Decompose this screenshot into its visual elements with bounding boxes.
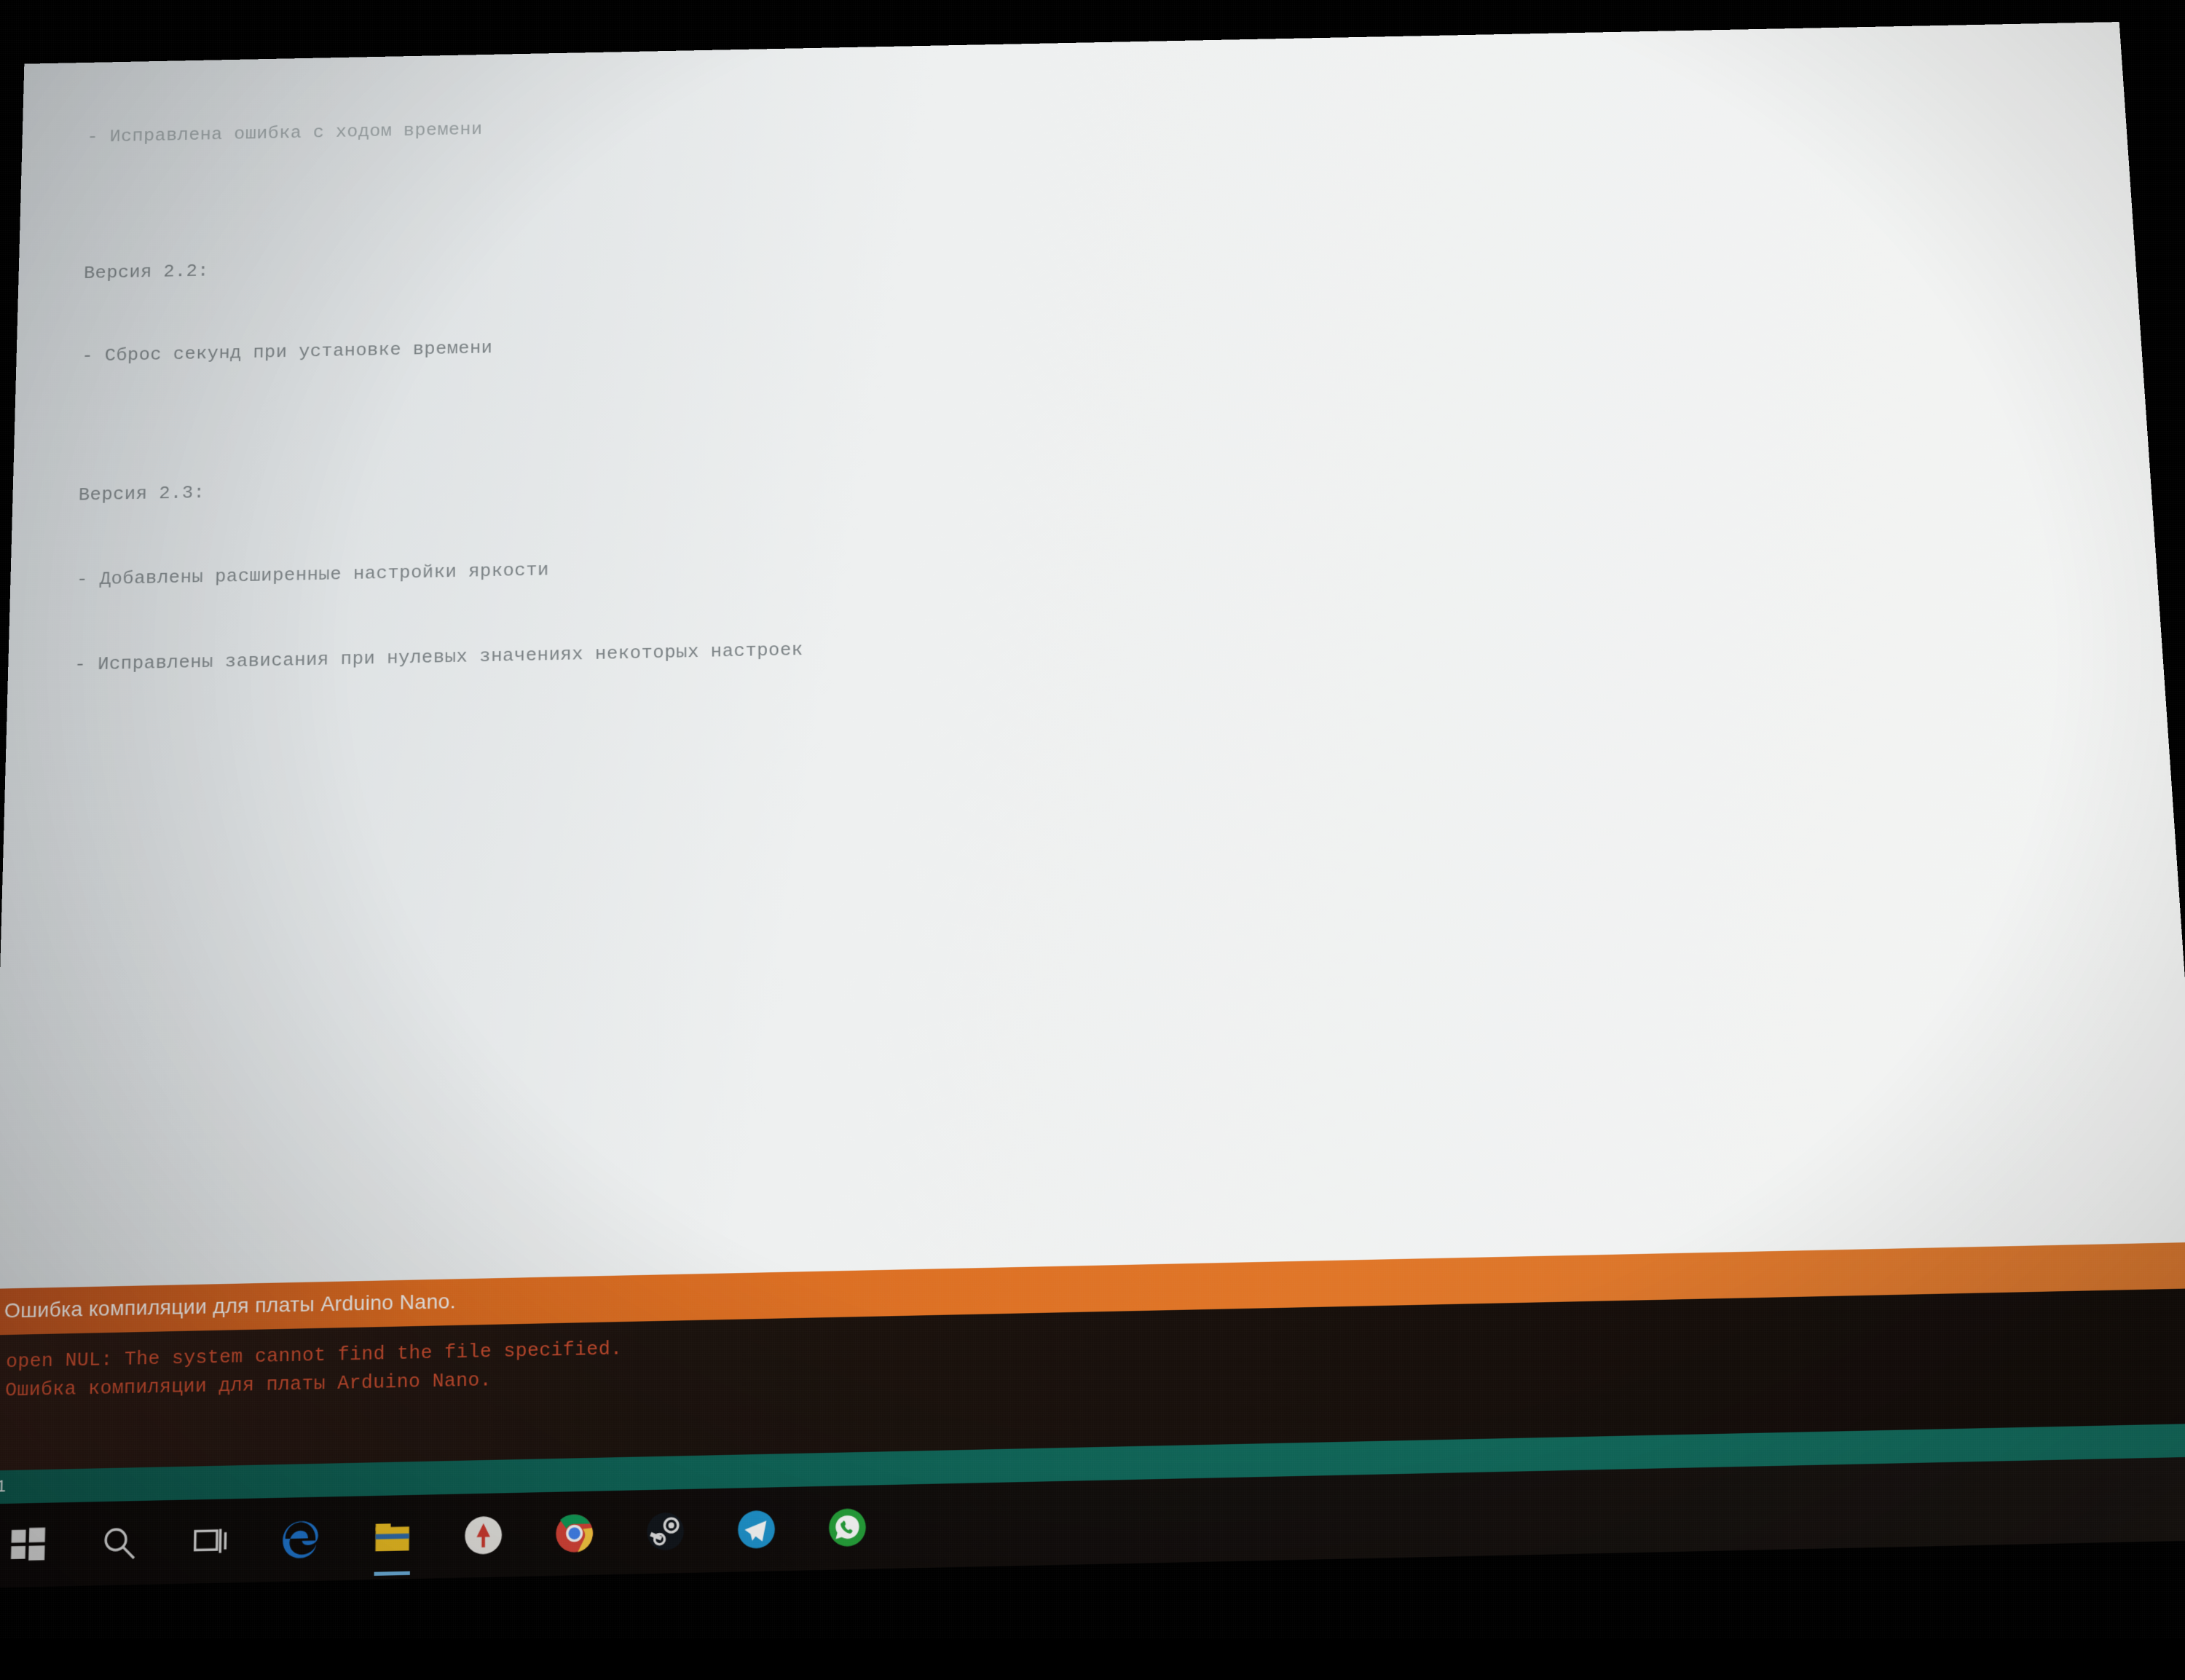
- taskbar-steam-button[interactable]: [642, 1507, 690, 1556]
- taskbar-search-button[interactable]: [95, 1518, 143, 1568]
- code-line: - Исправлены зависания при нулевых значе…: [51, 608, 2143, 679]
- telegram-icon: [736, 1508, 777, 1550]
- yandex-icon: [463, 1514, 504, 1556]
- taskbar-whatsapp-button[interactable]: [823, 1503, 871, 1553]
- code-line: - Добавлены расширенные настройки яркост…: [53, 524, 2137, 594]
- file-explorer-icon: [372, 1516, 413, 1558]
- taskbar-yandex-button[interactable]: [460, 1510, 508, 1560]
- taskbar-start-button[interactable]: [4, 1521, 52, 1570]
- code-line: Версия 2.2:: [60, 218, 2116, 288]
- chrome-icon: [554, 1513, 594, 1555]
- search-icon: [98, 1522, 140, 1564]
- taskbar-telegram-button[interactable]: [733, 1504, 781, 1554]
- code-line: [63, 164, 2111, 205]
- screen: - Исправлена ошибка с ходом времени Верс…: [0, 22, 2185, 1680]
- edge-icon: [281, 1518, 322, 1561]
- code-line: - Сброс секунд при установке времени: [59, 301, 2122, 370]
- taskbar-chrome-button[interactable]: [551, 1508, 599, 1558]
- taskbar-file-explorer-button[interactable]: [369, 1513, 417, 1562]
- error-banner-text: Ошибка компиляции для платы Arduino Nano…: [4, 1290, 457, 1322]
- whatsapp-icon: [827, 1507, 868, 1549]
- code-line: Версия 2.3:: [55, 440, 2132, 510]
- code-line: - Исправлена ошибка с ходом времени: [64, 83, 2107, 151]
- steam-icon: [645, 1510, 685, 1553]
- taskbar-taskview-button[interactable]: [186, 1516, 235, 1566]
- taskbar-edge-button[interactable]: [277, 1515, 325, 1564]
- start-icon: [7, 1524, 49, 1566]
- task-view-icon: [189, 1521, 230, 1563]
- code-line: [58, 384, 2126, 426]
- status-text: 1: [0, 1476, 6, 1495]
- code-editor[interactable]: - Исправлена ошибка с ходом времени Верс…: [0, 22, 2185, 1289]
